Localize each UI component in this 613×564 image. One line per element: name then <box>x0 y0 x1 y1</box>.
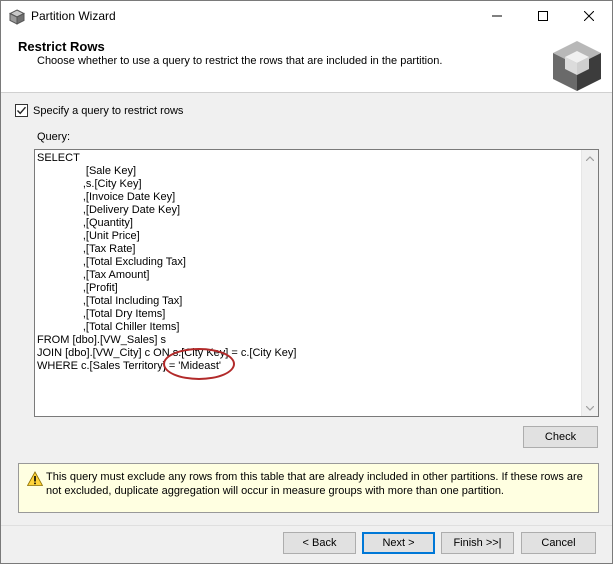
back-button[interactable]: < Back <box>283 532 356 554</box>
page-title: Restrict Rows <box>18 39 105 54</box>
query-label: Query: <box>37 131 71 143</box>
maximize-icon <box>538 11 548 21</box>
warning-message: This query must exclude any rows from th… <box>18 463 599 513</box>
query-scrollbar[interactable] <box>581 150 598 416</box>
specify-query-checkbox[interactable] <box>15 104 28 117</box>
next-button[interactable]: Next > <box>362 532 435 554</box>
app-cube-icon <box>8 9 26 25</box>
checkmark-icon <box>16 106 27 115</box>
query-text[interactable]: SELECT [Sale Key] ,s.[City Key] ,[Invoic… <box>37 152 582 414</box>
maximize-button[interactable] <box>520 1 566 31</box>
cancel-button[interactable]: Cancel <box>521 532 596 554</box>
title-bar: Partition Wizard <box>1 1 612 31</box>
specify-query-label: Specify a query to restrict rows <box>33 104 184 117</box>
query-editor[interactable]: SELECT [Sale Key] ,s.[City Key] ,[Invoic… <box>34 149 599 417</box>
scroll-down-arrow[interactable] <box>582 400 598 416</box>
window-title: Partition Wizard <box>31 9 116 23</box>
specify-query-option[interactable]: Specify a query to restrict rows <box>15 104 183 117</box>
chevron-down-icon <box>586 405 594 411</box>
partition-wizard-window: Partition Wizard Restrict Rows Choose wh… <box>0 0 613 564</box>
minimize-icon <box>492 15 502 17</box>
chevron-up-icon <box>586 155 594 161</box>
check-button[interactable]: Check <box>523 426 598 448</box>
warning-icon <box>26 471 44 487</box>
footer-divider <box>1 525 612 526</box>
scroll-up-arrow[interactable] <box>582 150 598 166</box>
finish-button[interactable]: Finish >>| <box>441 532 514 554</box>
warning-text: This query must exclude any rows from th… <box>46 471 583 497</box>
page-subtitle: Choose whether to use a query to restric… <box>37 55 443 67</box>
cube-icon <box>549 37 605 93</box>
close-icon <box>584 11 594 21</box>
wizard-header: Restrict Rows Choose whether to use a qu… <box>1 31 612 93</box>
close-button[interactable] <box>566 1 612 31</box>
minimize-button[interactable] <box>474 1 520 31</box>
